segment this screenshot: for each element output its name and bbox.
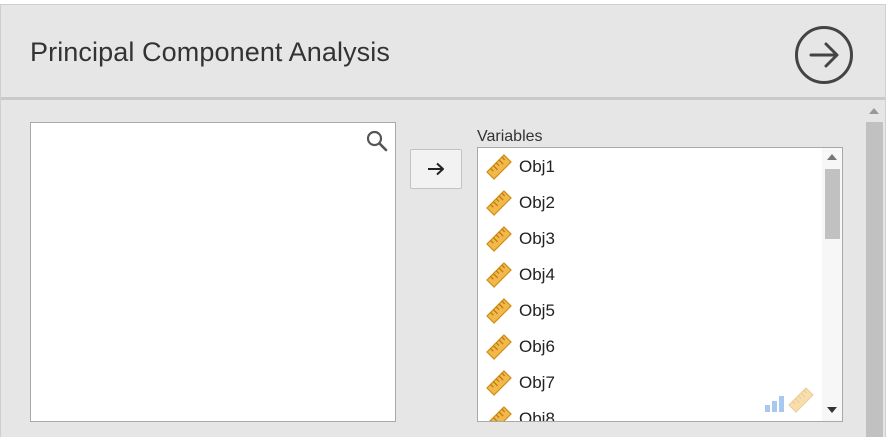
variable-name: Obj4 (519, 265, 555, 284)
list-item[interactable]: Obj3 (486, 224, 555, 254)
page-title: Principal Component Analysis (30, 37, 390, 67)
variable-name: Obj8 (519, 409, 555, 421)
panel-scrollbar[interactable] (863, 100, 885, 437)
run-analysis-button[interactable] (794, 25, 854, 85)
ruler-icon (788, 387, 814, 413)
allowed-types (764, 387, 814, 413)
ruler-icon (486, 190, 512, 216)
variable-name: Obj5 (519, 301, 555, 320)
variables-label: Variables (477, 128, 543, 145)
variable-name: Obj3 (519, 229, 555, 248)
ruler-icon (486, 370, 512, 396)
list-item[interactable]: Obj1 (486, 152, 555, 182)
list-item[interactable]: Obj2 (486, 188, 555, 218)
ruler-icon (486, 262, 512, 288)
search-icon[interactable] (365, 129, 389, 153)
list-item[interactable]: Obj5 (486, 296, 555, 326)
scroll-up-icon[interactable] (869, 108, 879, 114)
ruler-icon (486, 298, 512, 324)
variable-name: Obj1 (519, 157, 555, 176)
arrow-right-circle-icon (795, 26, 853, 84)
scroll-thumb[interactable] (866, 122, 883, 437)
arrow-right-icon (428, 162, 444, 176)
ruler-icon (486, 154, 512, 180)
analysis-panel: Principal Component Analysis Variables O… (0, 4, 886, 437)
list-item[interactable]: Obj8 (486, 404, 555, 421)
variable-name: Obj6 (519, 337, 555, 356)
scroll-up-icon[interactable] (827, 154, 837, 160)
scroll-down-icon[interactable] (827, 407, 837, 413)
list-item[interactable]: Obj6 (486, 332, 555, 362)
variable-name: Obj2 (519, 193, 555, 212)
ruler-icon (486, 226, 512, 252)
variables-items: Obj1 Obj2 Obj3 Obj4 Obj5 Obj6 Obj7 Obj8 (478, 148, 822, 421)
scroll-thumb[interactable] (825, 169, 840, 239)
variables-scrollbar[interactable] (822, 148, 842, 421)
variable-name: Obj7 (519, 373, 555, 392)
options-content: Variables Obj1 Obj2 Obj3 Obj4 Obj5 Obj6 Obj7 Ob… (1, 100, 863, 437)
available-variables-list[interactable] (30, 122, 396, 422)
bar-chart-icon (765, 396, 784, 412)
variables-list[interactable]: Obj1 Obj2 Obj3 Obj4 Obj5 Obj6 Obj7 Obj8 (477, 147, 843, 422)
list-item[interactable]: Obj7 (486, 368, 555, 398)
ruler-icon (486, 334, 512, 360)
list-item[interactable]: Obj4 (486, 260, 555, 290)
panel-header: Principal Component Analysis (1, 5, 885, 97)
ruler-icon (486, 406, 512, 421)
move-to-variables-button[interactable] (410, 149, 462, 189)
